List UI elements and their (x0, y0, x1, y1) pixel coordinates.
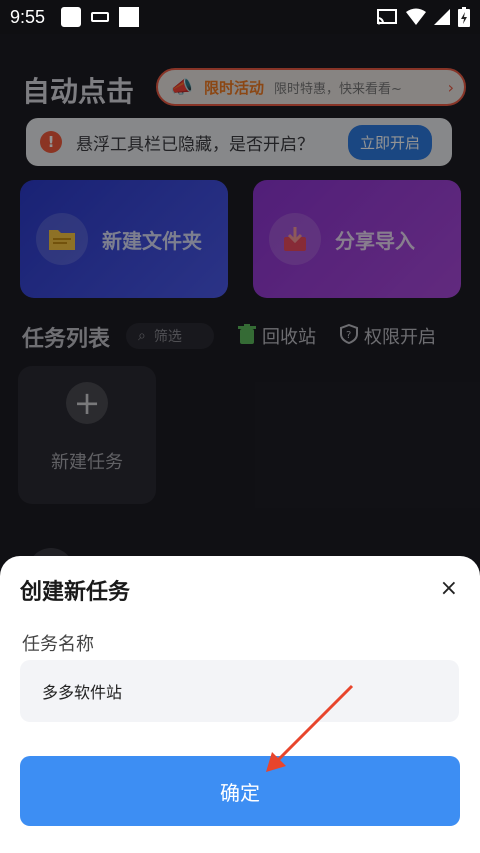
cast-icon (377, 9, 397, 25)
status-icons (376, 7, 470, 27)
confirm-button[interactable]: 确定 (20, 756, 460, 826)
status-time: 9:55 (10, 6, 46, 27)
task-name-input[interactable] (20, 660, 459, 722)
signal-icon (434, 9, 450, 25)
sheet-title: 创建新任务 (20, 580, 131, 605)
keyboard-icon (91, 12, 110, 22)
battery-icon (458, 7, 470, 27)
notification-box-icon (119, 7, 140, 27)
notification-icon (61, 7, 82, 27)
status-bar: 9:55 (0, 0, 480, 34)
close-icon[interactable]: × (440, 576, 458, 601)
create-task-sheet: 创建新任务 × 任务名称 确定 (0, 556, 480, 853)
task-name-label: 任务名称 (22, 634, 94, 655)
wifi-icon (406, 8, 426, 25)
